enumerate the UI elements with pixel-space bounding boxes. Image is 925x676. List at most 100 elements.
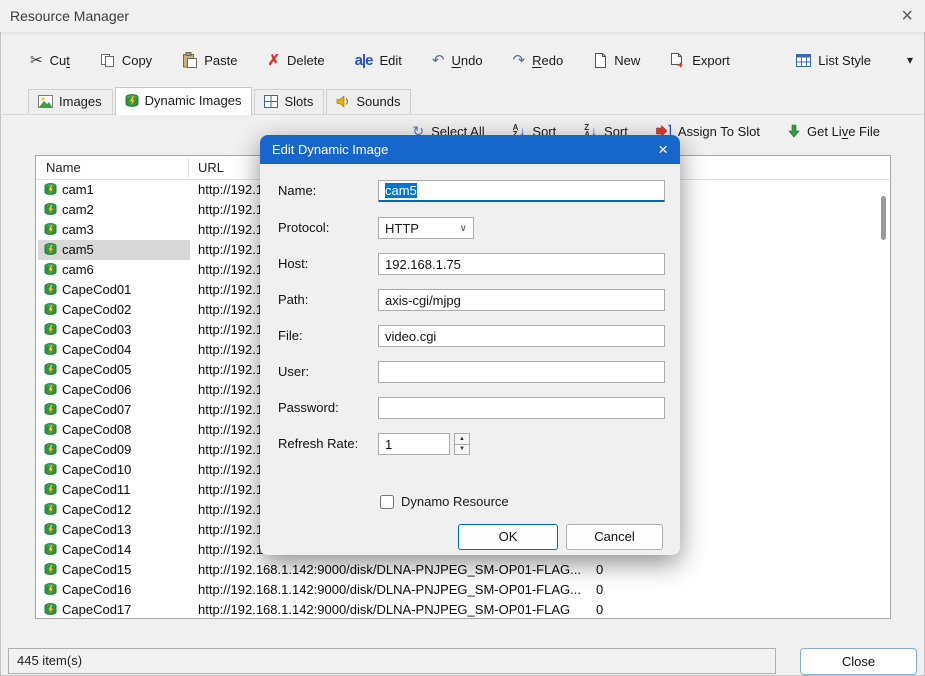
- row-name: CapeCod09: [62, 442, 132, 457]
- dynamic-image-icon: [44, 443, 57, 456]
- export-button[interactable]: Export: [670, 52, 730, 68]
- dynamic-image-icon: [44, 383, 57, 396]
- column-divider[interactable]: [188, 158, 189, 178]
- row-url: http://192.1: [198, 522, 264, 537]
- row-name: cam5: [62, 242, 94, 257]
- row-url: http://192.1: [198, 462, 264, 477]
- dialog-close-icon[interactable]: ×: [658, 141, 668, 158]
- path-field[interactable]: [378, 289, 665, 311]
- row-name: CapeCod02: [62, 302, 132, 317]
- stepper-down-icon[interactable]: ▼: [454, 444, 470, 455]
- close-window-button[interactable]: Close: [800, 648, 917, 675]
- dynamic-image-icon: [44, 363, 57, 376]
- copy-button[interactable]: Copy: [100, 53, 152, 68]
- stepper-up-icon[interactable]: ▲: [454, 433, 470, 445]
- row-url: http://192.168.1.142:9000/disk/DLNA-PNJP…: [198, 602, 571, 617]
- list-row[interactable]: CapeCod15 http://192.168.1.142:9000/disk…: [36, 560, 890, 580]
- row-name: CapeCod17: [62, 602, 132, 617]
- user-field[interactable]: [378, 361, 665, 383]
- tab-sounds[interactable]: Sounds: [326, 89, 412, 114]
- row-url: http://192.1: [198, 442, 264, 457]
- refresh-rate-field[interactable]: [378, 433, 450, 455]
- list-row[interactable]: CapeCod16 http://192.168.1.142:9000/disk…: [36, 580, 890, 600]
- status-bar: 445 item(s): [8, 648, 776, 674]
- paste-button[interactable]: Paste: [182, 52, 237, 68]
- host-field[interactable]: [378, 253, 665, 275]
- file-field[interactable]: [378, 325, 665, 347]
- path-label: Path:: [278, 292, 309, 307]
- row-url: http://192.1: [198, 402, 264, 417]
- row-name: CapeCod10: [62, 462, 132, 477]
- dynamic-image-icon: [44, 183, 57, 196]
- delete-button[interactable]: ✗ Delete: [267, 53, 324, 68]
- export-icon: [670, 52, 685, 68]
- row-name: cam2: [62, 202, 94, 217]
- row-name: CapeCod03: [62, 322, 132, 337]
- delete-x-icon: ✗: [267, 51, 281, 69]
- protocol-select[interactable]: HTTP ∨: [378, 217, 474, 239]
- assign-to-slot-label: Assign To Slot: [677, 123, 761, 139]
- password-field[interactable]: [378, 397, 665, 419]
- vertical-scrollbar-thumb[interactable]: [881, 196, 886, 240]
- paste-icon: [182, 52, 198, 68]
- dynamic-image-icon: [44, 243, 57, 256]
- password-label: Password:: [278, 400, 339, 415]
- paste-label: Paste: [204, 52, 238, 68]
- window-title: Resource Manager: [10, 8, 130, 24]
- dynamic-image-icon: [44, 203, 57, 216]
- list-style-dropdown-icon[interactable]: ▾: [907, 53, 913, 67]
- row-url: http://192.1: [198, 182, 264, 197]
- chevron-down-icon: ∨: [459, 222, 467, 234]
- tab-dynamic-images-label: Dynamic Images: [144, 93, 242, 108]
- dynamic-image-icon: [44, 603, 57, 616]
- dynamic-image-icon: [44, 283, 57, 296]
- dynamic-image-icon: [44, 523, 57, 536]
- new-button[interactable]: New: [593, 52, 640, 68]
- undo-arrow-icon: ↶: [431, 51, 445, 69]
- copy-label: Copy: [121, 52, 153, 68]
- name-label: Name:: [278, 183, 317, 198]
- redo-button[interactable]: ↷ Redo: [513, 53, 564, 68]
- dynamic-image-icon: [44, 543, 57, 556]
- row-url: http://192.1: [198, 502, 264, 517]
- row-url: http://192.1: [198, 362, 264, 377]
- name-field[interactable]: cam5: [378, 180, 665, 202]
- row-name: cam6: [62, 262, 94, 277]
- list-style-label: List Style: [818, 52, 871, 68]
- cut-label: Cut: [49, 52, 70, 68]
- undo-button[interactable]: ↶ Undo: [432, 53, 483, 68]
- column-header-url[interactable]: URL: [198, 160, 224, 175]
- tab-dynamic-images[interactable]: Dynamic Images: [114, 87, 253, 115]
- tab-images[interactable]: Images: [28, 89, 113, 114]
- slots-grid-icon: [264, 95, 279, 108]
- row-selection-highlight: [38, 240, 190, 260]
- dynamic-image-icon: [44, 503, 57, 516]
- row-name: CapeCod15: [62, 562, 132, 577]
- dynamic-image-icon: [44, 343, 57, 356]
- row-url: http://192.1: [198, 322, 264, 337]
- row-url: http://192.1: [198, 242, 264, 257]
- row-url: http://192.168.1.142:9000/disk/DLNA-PNJP…: [198, 562, 581, 577]
- cancel-button[interactable]: Cancel: [566, 524, 663, 550]
- row-url: http://192.1: [198, 282, 264, 297]
- column-header-name[interactable]: Name: [46, 160, 81, 175]
- user-label: User:: [278, 364, 310, 379]
- speaker-icon: [336, 95, 350, 108]
- new-document-icon: [593, 52, 607, 68]
- cut-button[interactable]: ✂ Cut: [30, 53, 70, 68]
- tab-slots[interactable]: Slots: [254, 89, 325, 114]
- list-style-button[interactable]: List Style: [796, 53, 871, 68]
- dynamo-resource-checkbox[interactable]: [380, 494, 394, 509]
- dynamic-image-icon: [44, 563, 57, 576]
- dynamic-image-icon: [44, 403, 57, 416]
- rename-icon: a|e: [354, 51, 374, 69]
- dynamic-image-icon: [44, 323, 57, 336]
- list-row[interactable]: CapeCod17 http://192.168.1.142:9000/disk…: [36, 600, 890, 618]
- window-close-icon[interactable]: ×: [901, 6, 913, 26]
- edit-button[interactable]: a|e Edit: [355, 53, 402, 68]
- row-url: http://192.1: [198, 222, 264, 237]
- row-url: http://192.1: [198, 422, 264, 437]
- dynamic-image-icon: [44, 463, 57, 476]
- ok-button[interactable]: OK: [458, 524, 558, 550]
- get-live-file-button[interactable]: Get Live File: [788, 124, 880, 139]
